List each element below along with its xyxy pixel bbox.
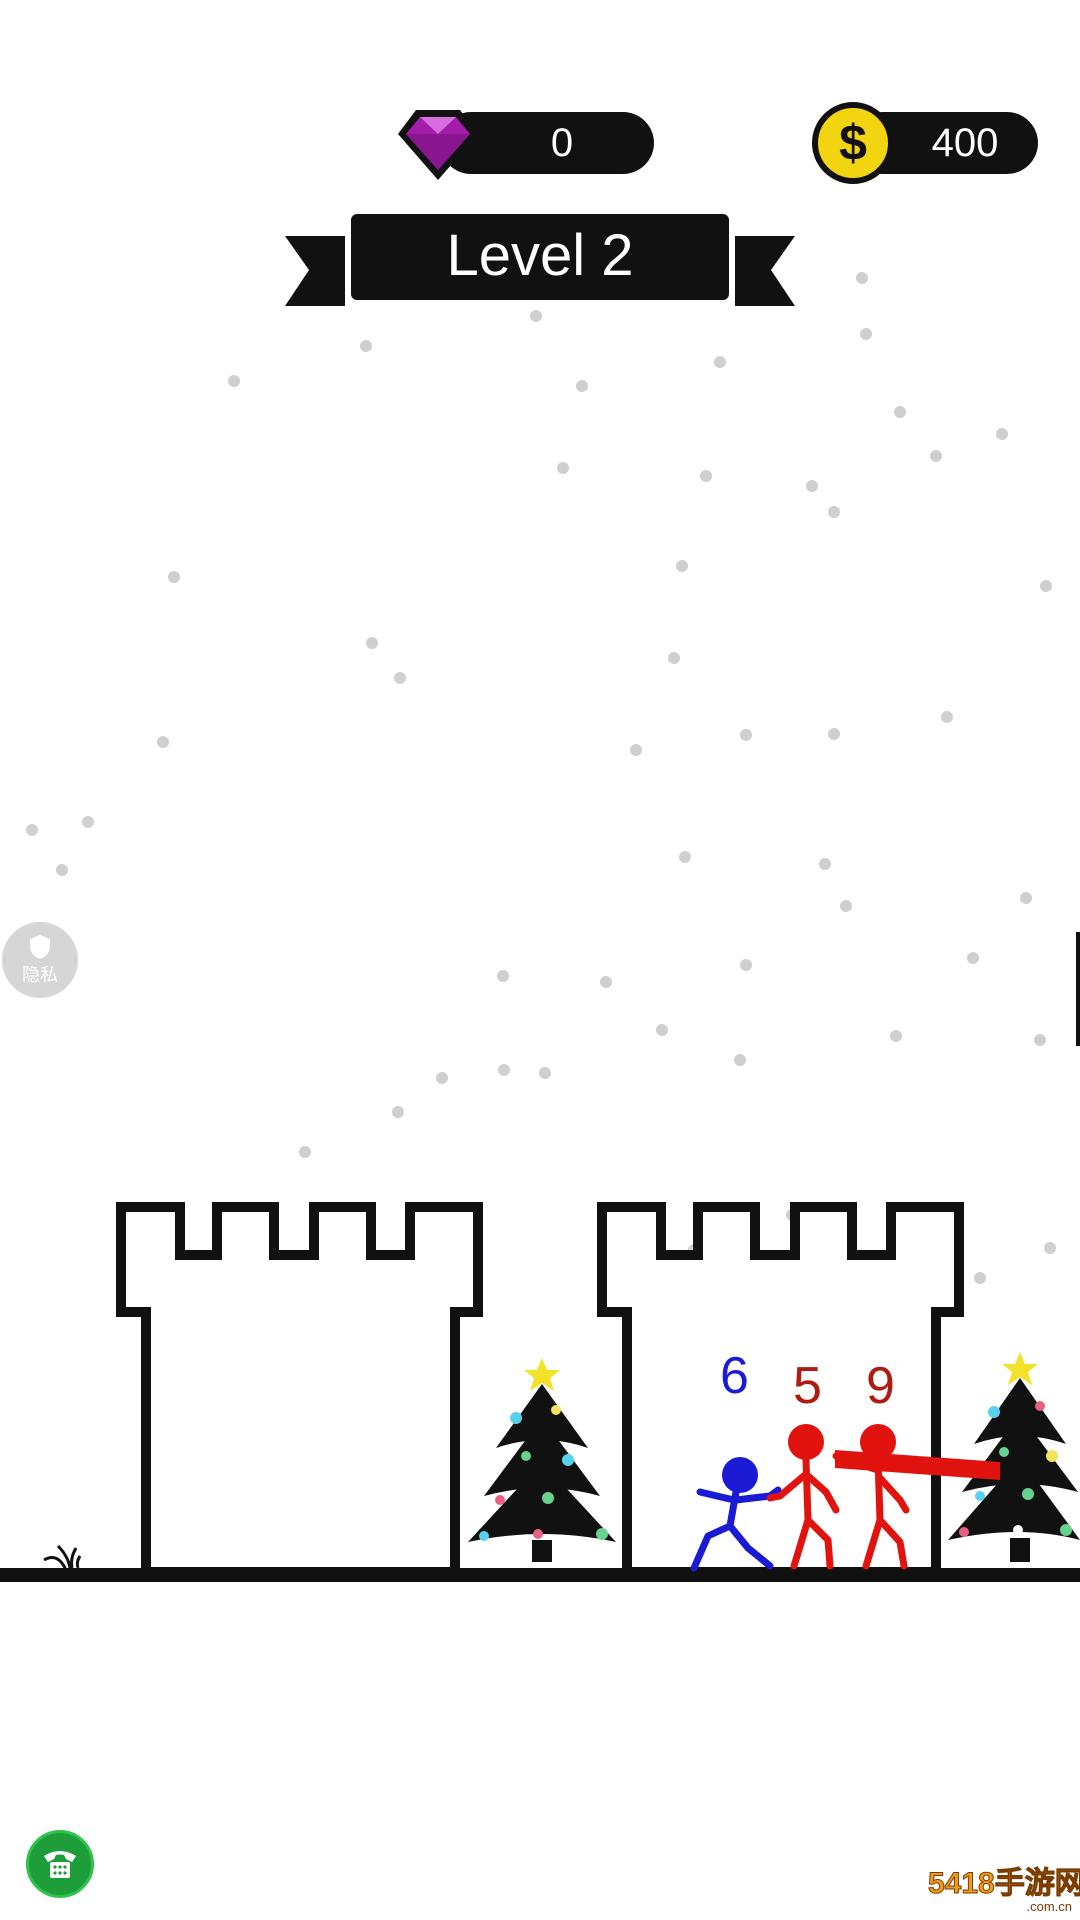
ground-line <box>0 1568 1080 1582</box>
christmas-tree-right <box>948 1352 1080 1562</box>
shield-icon <box>30 935 50 959</box>
privacy-label: 隐私 <box>22 965 58 985</box>
grass-tuft-left <box>43 1544 82 1571</box>
tower-right[interactable] <box>597 1202 964 1577</box>
side-handle[interactable] <box>1076 932 1080 1046</box>
battlefield <box>0 1202 1080 1582</box>
player-power-label: 6 <box>720 1347 749 1405</box>
privacy-button[interactable]: 隐私 <box>2 922 78 998</box>
watermark-text: 5418手游网 <box>928 1867 1080 1900</box>
enemy-2-power-label: 9 <box>866 1357 895 1415</box>
watermark-subtext: .com.cn <box>1026 1899 1072 1914</box>
enemy-1-power-label: 5 <box>793 1357 822 1415</box>
phone-button[interactable] <box>26 1830 94 1898</box>
phone-icon <box>44 1851 76 1878</box>
site-watermark: 5418手游网 .com.cn <box>928 1867 1080 1918</box>
tower-left[interactable] <box>116 1202 483 1577</box>
christmas-tree-left <box>468 1358 616 1562</box>
